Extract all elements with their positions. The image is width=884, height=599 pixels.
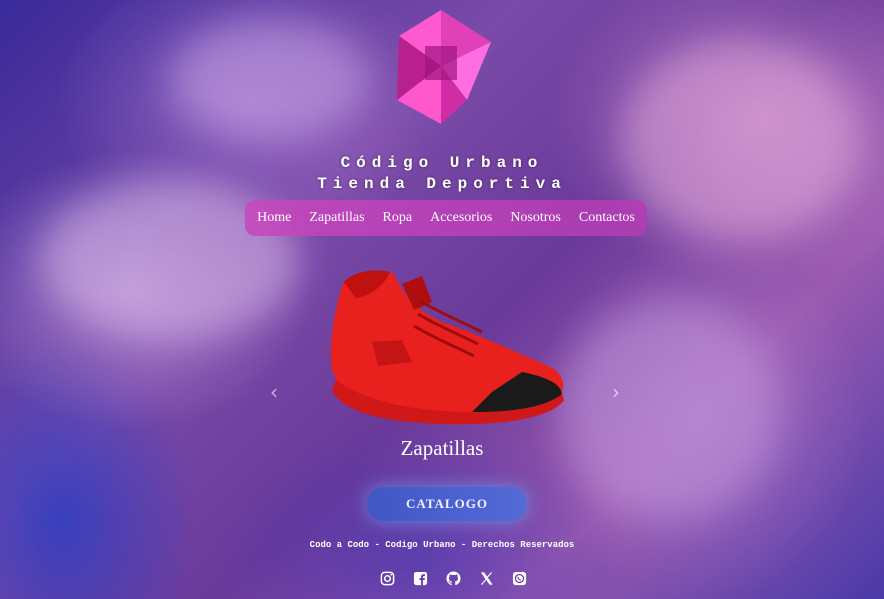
catalog-button[interactable]: CATALOGO [367, 487, 527, 521]
pinwheel-star-logo [397, 10, 491, 124]
nav-item-contactos[interactable]: Contactos [579, 210, 635, 226]
nav-item-home[interactable]: Home [257, 210, 291, 226]
chevron-left-icon[interactable]: ‹ [270, 380, 278, 404]
github-icon[interactable] [446, 571, 461, 586]
facebook-icon[interactable] [413, 571, 428, 586]
whatsapp-icon[interactable] [512, 571, 527, 586]
main-nav: Home Zapatillas Ropa Accesorios Nosotros… [245, 200, 647, 236]
nav-item-accesorios[interactable]: Accesorios [430, 210, 492, 226]
nav-item-ropa[interactable]: Ropa [383, 210, 413, 226]
smoke-decoration [170, 20, 370, 140]
brand-tagline: Tienda Deportiva [317, 175, 567, 193]
nav-item-nosotros[interactable]: Nosotros [510, 210, 561, 226]
carousel-caption: Zapatillas [400, 436, 484, 460]
chevron-right-icon[interactable]: › [612, 380, 620, 404]
brand-name: Código Urbano [340, 154, 544, 172]
instagram-icon[interactable] [380, 571, 395, 586]
smoke-decoration [620, 40, 860, 240]
x-icon[interactable] [479, 571, 494, 586]
smoke-decoration [560, 300, 780, 520]
footer-text: Codo a Codo - Codigo Urbano - Derechos R… [309, 540, 575, 550]
red-sneaker-image [330, 270, 564, 425]
social-links [380, 571, 527, 586]
nav-item-zapatillas[interactable]: Zapatillas [309, 210, 364, 226]
